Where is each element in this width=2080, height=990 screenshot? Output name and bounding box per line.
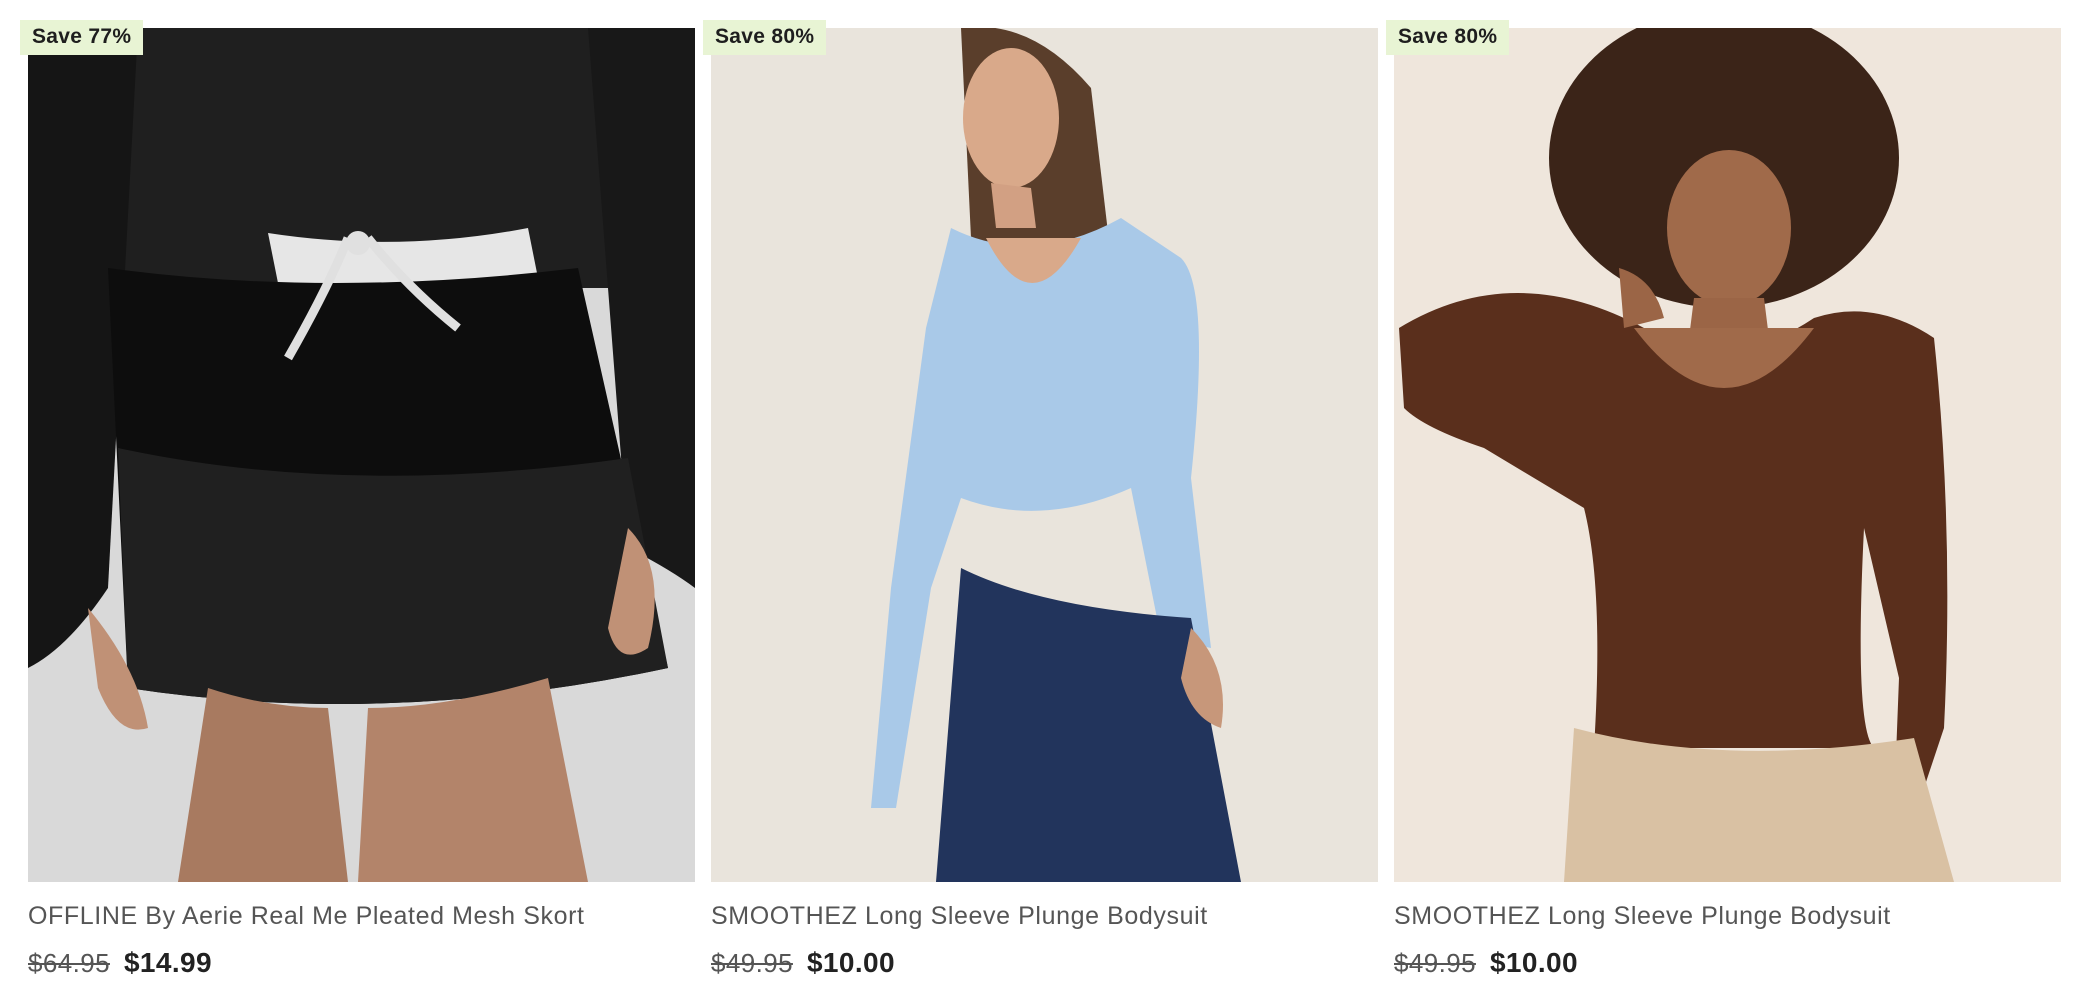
original-price: $49.95 bbox=[711, 948, 793, 978]
discount-badge: Save 80% bbox=[703, 20, 827, 55]
original-price: $64.95 bbox=[28, 948, 110, 978]
product-image[interactable] bbox=[711, 28, 1378, 882]
original-price: $49.95 bbox=[1394, 948, 1476, 978]
product-grid: Save 77% OFFLINE By Aerie Real Me Pleate… bbox=[20, 20, 2061, 979]
sale-price: $10.00 bbox=[806, 947, 895, 978]
product-name[interactable]: OFFLINE By Aerie Real Me Pleated Mesh Sk… bbox=[28, 902, 695, 931]
product-card[interactable]: Save 80% SMOOTHEZ Long Sleeve Plunge Bod… bbox=[1386, 20, 2061, 979]
price-row: $49.95 $10.00 bbox=[1394, 947, 2061, 979]
product-name[interactable]: SMOOTHEZ Long Sleeve Plunge Bodysuit bbox=[711, 902, 1378, 931]
product-card[interactable]: Save 77% OFFLINE By Aerie Real Me Pleate… bbox=[20, 20, 695, 979]
product-image[interactable] bbox=[1394, 28, 2061, 882]
discount-badge: Save 77% bbox=[20, 20, 144, 55]
price-row: $64.95 $14.99 bbox=[28, 947, 695, 979]
discount-badge: Save 80% bbox=[1386, 20, 1510, 55]
price-row: $49.95 $10.00 bbox=[711, 947, 1378, 979]
sale-price: $10.00 bbox=[1489, 947, 1578, 978]
sale-price: $14.99 bbox=[123, 947, 212, 978]
product-name[interactable]: SMOOTHEZ Long Sleeve Plunge Bodysuit bbox=[1394, 902, 2061, 931]
product-card[interactable]: Save 80% SMOOTHEZ Long Sleeve Plunge Bod… bbox=[703, 20, 1378, 979]
product-image[interactable] bbox=[28, 28, 695, 882]
